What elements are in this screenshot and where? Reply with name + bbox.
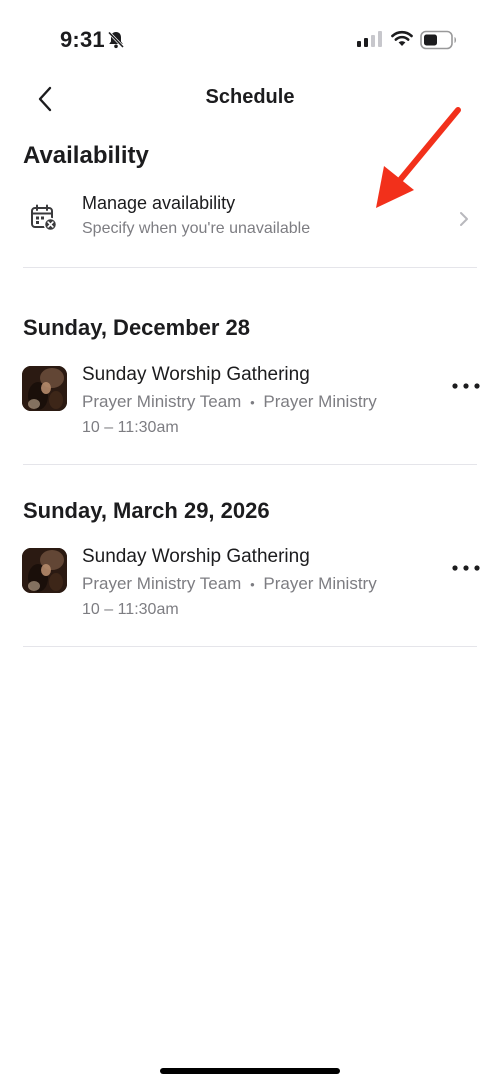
more-horizontal-icon <box>452 383 480 389</box>
home-indicator <box>160 1068 340 1074</box>
event-title: Sunday Worship Gathering <box>82 364 310 385</box>
calendar-x-icon <box>31 204 58 232</box>
event-thumbnail <box>22 548 67 593</box>
signal-icon <box>357 31 382 47</box>
event-team: Prayer Ministry Team <box>82 574 242 593</box>
divider <box>23 267 477 268</box>
more-options-button[interactable] <box>448 374 484 398</box>
event-ministry: Prayer Ministry <box>263 574 377 593</box>
more-horizontal-icon <box>452 565 480 571</box>
bell-slash-icon <box>107 31 125 49</box>
availability-heading: Availability <box>23 142 149 169</box>
more-options-button[interactable] <box>448 556 484 580</box>
event-time: 10 – 11:30am <box>82 419 179 436</box>
separator-dot: • <box>250 395 255 410</box>
event-row[interactable]: Sunday Worship Gathering Prayer Ministry… <box>0 364 500 454</box>
event-row[interactable]: Sunday Worship Gathering Prayer Ministry… <box>0 546 500 636</box>
battery-icon <box>420 30 456 50</box>
date-heading: Sunday, December 28 <box>23 315 251 340</box>
event-time: 10 – 11:30am <box>82 601 179 618</box>
event-team: Prayer Ministry Team <box>82 392 242 411</box>
date-heading: Sunday, March 29, 2026 <box>23 498 270 523</box>
event-title: Sunday Worship Gathering <box>82 546 310 567</box>
event-team-line: Prayer Ministry Team • Prayer Ministry <box>82 392 377 412</box>
annotation-arrow-icon <box>376 107 461 208</box>
wifi-icon <box>391 30 413 46</box>
event-thumbnail <box>22 366 67 411</box>
separator-dot: • <box>250 577 255 592</box>
status-time: 9:31 <box>60 27 105 52</box>
divider <box>23 646 477 647</box>
divider <box>23 464 477 465</box>
manage-availability-subtitle: Specify when you're unavailable <box>82 220 311 237</box>
event-team-line: Prayer Ministry Team • Prayer Ministry <box>82 574 377 594</box>
manage-availability-title: Manage availability <box>82 193 236 213</box>
status-bar: 9:31 <box>0 0 500 80</box>
event-ministry: Prayer Ministry <box>263 392 377 411</box>
